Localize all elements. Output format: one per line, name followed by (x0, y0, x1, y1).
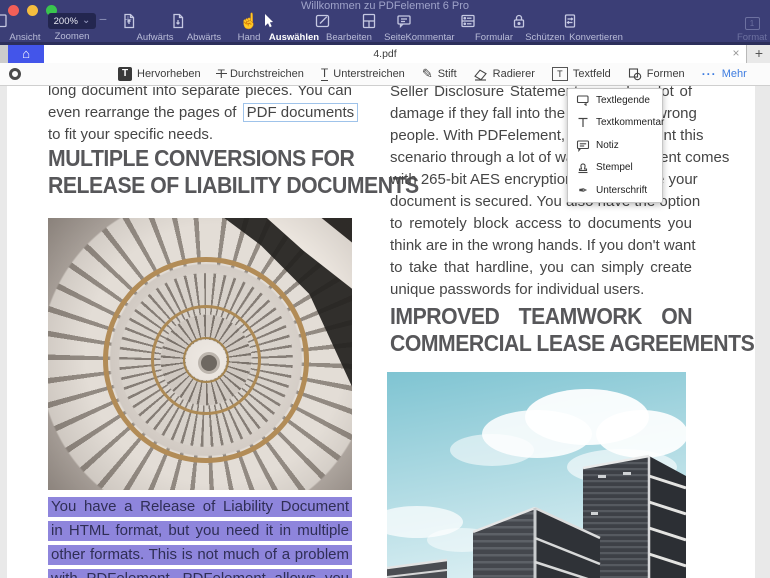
anno-item-label: Mehr (721, 68, 747, 80)
anno-item-label: Textfeld (572, 68, 611, 80)
convert-arrows-icon (561, 12, 631, 31)
highlight-line: in HTML format, but you need it in multi… (48, 521, 352, 541)
anno-item-label: Stift (437, 68, 457, 80)
toolbar-item-label: Konvertieren (569, 32, 623, 43)
menu-item-unterschrift[interactable]: Unterschrift (568, 179, 662, 202)
toolbar-item-label: Kommentar (405, 32, 455, 43)
anno-item-label: Hervorheben (137, 68, 201, 80)
body-text-line: think are in the wrong hands. If you don… (390, 237, 696, 254)
body-text-line: long document into separate pieces. You … (48, 85, 352, 99)
menu-item-notiz[interactable]: Notiz (568, 134, 662, 157)
more-dots-icon (702, 69, 717, 79)
anno-item-durchstreichen[interactable]: Durchstreichen (215, 67, 304, 81)
heading-improved-teamwork: IMPROVED TEAMWORK ON COMMERCIAL LEASE AG… (390, 303, 755, 356)
menu-item-label: Unterschrift (596, 184, 648, 196)
toolbar-item-label: Format (736, 32, 768, 43)
body-text-line: to fit your specific needs. (48, 126, 214, 143)
tab-close-button[interactable]: × (726, 45, 746, 63)
stamp-icon (576, 161, 590, 174)
menu-item-textkommentar[interactable]: Textkommentar (568, 112, 665, 135)
anno-item-hervorheben[interactable]: Hervorheben (118, 67, 201, 81)
new-tab-button[interactable]: + (746, 45, 770, 63)
note-icon (576, 139, 590, 152)
anno-item-label: Durchstreichen (229, 68, 304, 80)
body-text-line: to take that hardline, you can simply cr… (390, 259, 692, 276)
menu-item-label: Notiz (596, 139, 619, 151)
highlight-line: other formats. This is not much of a pro… (48, 545, 352, 565)
building-sky-image (387, 372, 686, 578)
anno-item-unterstreichen[interactable]: Unterstreichen (320, 67, 405, 81)
highlight-icon (118, 67, 132, 81)
toolbar-item-kommentar[interactable]: Kommentar (395, 12, 465, 43)
anno-item-radierer[interactable]: Radierer (473, 67, 535, 81)
heading-multiple-conversions: MULTIPLE CONVERSIONS FOR RELEASE OF LIAB… (48, 145, 419, 198)
zoom-out-button[interactable]: − (95, 11, 111, 27)
zoom-level-value: 200% (53, 15, 78, 27)
chevron-down-icon: ⌄ (81, 15, 91, 26)
anno-item-stift[interactable]: Stift (422, 66, 457, 82)
highlight-line: You have a Release of Liability Document (48, 497, 352, 517)
body-text-line: even rearrange the pages of PDF document… (48, 102, 359, 124)
body-text-line: to remotely block access to documents yo… (390, 215, 692, 232)
anno-item-label: Formen (646, 68, 685, 80)
home-button[interactable] (8, 45, 44, 63)
toolbar-item-label: Zoomen (54, 31, 90, 42)
menu-item-stempel[interactable]: Stempel (568, 157, 662, 180)
menu-item-textlegende[interactable]: Textlegende (568, 89, 662, 112)
eraser-icon (473, 67, 488, 81)
mehr-dropdown-menu: Textlegende Textkommentar Notiz Stempel … (567, 88, 665, 203)
annotation-toolbar: Hervorheben Durchstreichen Unterstreiche… (0, 63, 770, 86)
anno-item-label: Radierer (492, 68, 535, 80)
tab-active[interactable]: 4.pdf (44, 45, 726, 63)
strikethrough-icon (215, 67, 228, 81)
top-toolbar: Willkommen zu PDFelement 6 Pro Ansicht 2… (0, 0, 770, 45)
comment-bubble-icon (395, 12, 465, 31)
textbox-icon (551, 67, 568, 81)
menu-item-label: Stempel (596, 162, 633, 174)
toolbar-item-konvertieren[interactable]: Konvertieren (561, 12, 631, 43)
window-title: Willkommen zu PDFelement 6 Pro (300, 0, 470, 12)
tab-label: 4.pdf (373, 48, 397, 60)
pdf-documents-link[interactable]: PDF documents (242, 103, 359, 122)
format-panel-icon (744, 17, 760, 30)
signature-pen-icon (576, 184, 590, 197)
highlighted-paragraph: You have a Release of Liability Document… (48, 497, 352, 578)
highlight-line: with PDFelement. PDFelement allows you (48, 569, 352, 578)
callout-icon (576, 94, 590, 107)
anno-item-formen[interactable]: Formen (628, 67, 685, 81)
gear-icon[interactable] (9, 68, 21, 80)
anno-item-label: Unterstreichen (333, 68, 405, 80)
zoom-level-dropdown[interactable]: 200% ⌄ (48, 13, 96, 29)
tab-bar: 4.pdf × + (0, 45, 770, 63)
underline-icon (320, 67, 329, 81)
menu-item-label: Textlegende (596, 94, 650, 106)
toolbar-item-format[interactable]: Format (717, 12, 770, 43)
menu-item-label: Textkommentar (596, 117, 665, 129)
spiral-staircase-image (48, 218, 352, 490)
body-text-line: unique passwords for individual users. (390, 281, 645, 298)
anno-item-textfeld[interactable]: Textfeld (551, 67, 611, 81)
text-comment-icon (576, 116, 590, 129)
pen-icon (422, 66, 433, 82)
shapes-icon (628, 67, 642, 81)
anno-item-mehr[interactable]: Mehr (702, 68, 747, 80)
